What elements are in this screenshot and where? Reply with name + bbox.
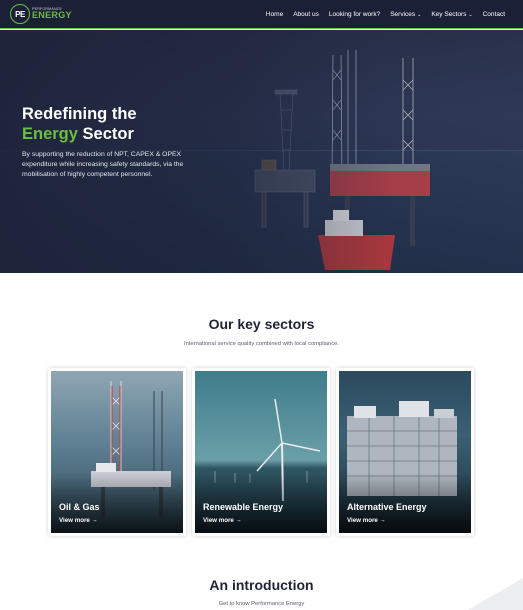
intro-title: An introduction xyxy=(209,577,314,593)
logo-big-text: ENERGY xyxy=(32,10,72,21)
nav-item-looking-for-work[interactable]: Looking for work? xyxy=(329,11,380,18)
hero-description: By supporting the reduction of NPT, CAPE… xyxy=(22,151,184,178)
sectors-subtitle: International service quality combined w… xyxy=(184,341,339,347)
nav-label: Key Sectors xyxy=(431,11,467,18)
card-image-wrap: Alternative Energy View more → xyxy=(339,371,471,533)
hero-title-rest: Sector xyxy=(77,125,134,143)
hero-banner: Redefining the Energy Sector By supporti… xyxy=(0,30,523,273)
nav-label: Services xyxy=(390,11,416,18)
card-image-wrap: Oil & Gas View more → xyxy=(51,371,183,533)
hero-title-line1: Redefining the xyxy=(22,105,137,123)
nav-label: Looking for work? xyxy=(328,11,381,18)
sector-card-renewable-energy[interactable]: Renewable Energy View more → xyxy=(192,368,330,536)
sector-card-alternative-energy[interactable]: Alternative Energy View more → xyxy=(336,368,474,536)
nav-label: Contact xyxy=(482,11,505,18)
nav-label: About us xyxy=(293,11,319,18)
card-title: Oil & Gas xyxy=(59,502,100,512)
main-menu: Home About us Looking for work? Services… xyxy=(256,0,505,29)
view-more-link[interactable]: View more → xyxy=(203,517,242,524)
card-image-wrap: Renewable Energy View more → xyxy=(195,371,327,533)
hero-title-highlight: Energy xyxy=(22,125,78,143)
hero-title-line2: Energy Sector xyxy=(22,124,137,144)
nav-item-services[interactable]: Services ⌄ xyxy=(390,11,421,18)
view-more-link[interactable]: View more → xyxy=(59,517,98,524)
nav-item-about[interactable]: About us xyxy=(293,11,319,18)
logo-wordmark: PERFORMANCE ENERGY xyxy=(32,7,72,21)
nav-label: Home xyxy=(265,11,284,18)
decorative-corner xyxy=(468,578,523,610)
hero-title: Redefining the Energy Sector xyxy=(22,104,137,144)
chevron-down-icon: ⌄ xyxy=(417,11,422,18)
card-title: Renewable Energy xyxy=(203,502,284,512)
sector-card-oil-gas[interactable]: Oil & Gas View more → xyxy=(48,368,186,536)
view-more-link[interactable]: View more → xyxy=(347,517,386,524)
nav-item-contact[interactable]: Contact xyxy=(483,11,505,18)
intro-subtitle: Get to know Performance Energy xyxy=(218,601,305,607)
card-title: Alternative Energy xyxy=(347,502,427,512)
chevron-down-icon: ⌄ xyxy=(468,11,473,18)
brand-logo[interactable]: PE PERFORMANCE ENERGY xyxy=(10,4,72,24)
top-navbar: PE PERFORMANCE ENERGY Home About us Look… xyxy=(0,0,523,29)
sectors-title: Our key sectors xyxy=(208,316,315,332)
logo-mark-icon: PE xyxy=(10,4,30,24)
nav-item-home[interactable]: Home xyxy=(266,11,283,18)
nav-item-key-sectors[interactable]: Key Sectors ⌄ xyxy=(431,11,472,18)
